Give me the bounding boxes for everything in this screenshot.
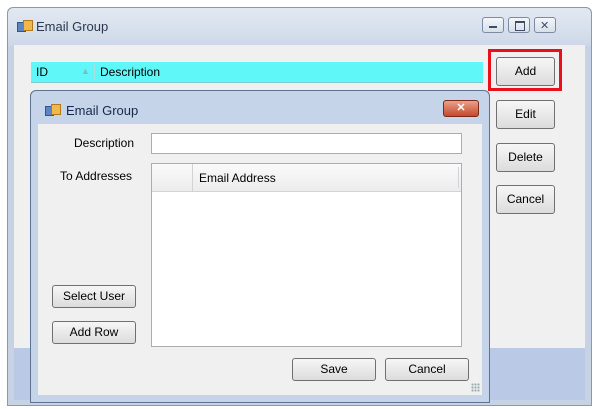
select-user-button[interactable]: Select User: [52, 285, 136, 308]
dialog-title: Email Group: [66, 103, 139, 118]
edit-button[interactable]: Edit: [496, 100, 555, 129]
app-window-icon: [17, 20, 33, 32]
description-input[interactable]: [151, 133, 462, 154]
cancel-button[interactable]: Cancel: [496, 185, 555, 214]
description-label: Description: [74, 136, 135, 150]
row-selector-header[interactable]: [152, 164, 193, 191]
email-group-grid-header: ID ▲ Description: [31, 62, 483, 83]
sort-ascending-icon: ▲: [81, 66, 90, 76]
column-divider[interactable]: [94, 64, 95, 80]
to-addresses-grid[interactable]: Email Address: [151, 163, 462, 347]
dialog-app-icon: [45, 104, 61, 116]
dialog-close-button[interactable]: ✕: [443, 100, 479, 117]
column-header-id[interactable]: ID: [36, 65, 48, 79]
maximize-icon[interactable]: [508, 17, 530, 33]
close-icon[interactable]: ✕: [534, 17, 556, 33]
column-header-description[interactable]: Description: [100, 65, 160, 79]
main-window-title: Email Group: [36, 19, 109, 34]
column-header-email-address[interactable]: Email Address: [199, 171, 276, 185]
address-grid-header: Email Address: [152, 164, 461, 192]
main-window: Email Group ✕ ID ▲ Description Add Edit …: [7, 7, 592, 406]
dialog-client: Description To Addresses Email Address S…: [38, 124, 482, 395]
add-row-button[interactable]: Add Row: [52, 321, 136, 344]
resize-grip-icon[interactable]: [471, 383, 480, 392]
minimize-icon[interactable]: [482, 17, 504, 33]
column-divider: [458, 167, 459, 188]
add-button-highlight: [488, 49, 562, 91]
email-group-dialog: Email Group ✕ Description To Addresses E…: [30, 90, 490, 403]
save-button[interactable]: Save: [292, 358, 376, 381]
main-window-titlebar[interactable]: Email Group ✕: [8, 8, 591, 46]
to-addresses-label: To Addresses: [60, 169, 133, 183]
dialog-cancel-button[interactable]: Cancel: [385, 358, 469, 381]
delete-button[interactable]: Delete: [496, 143, 555, 172]
